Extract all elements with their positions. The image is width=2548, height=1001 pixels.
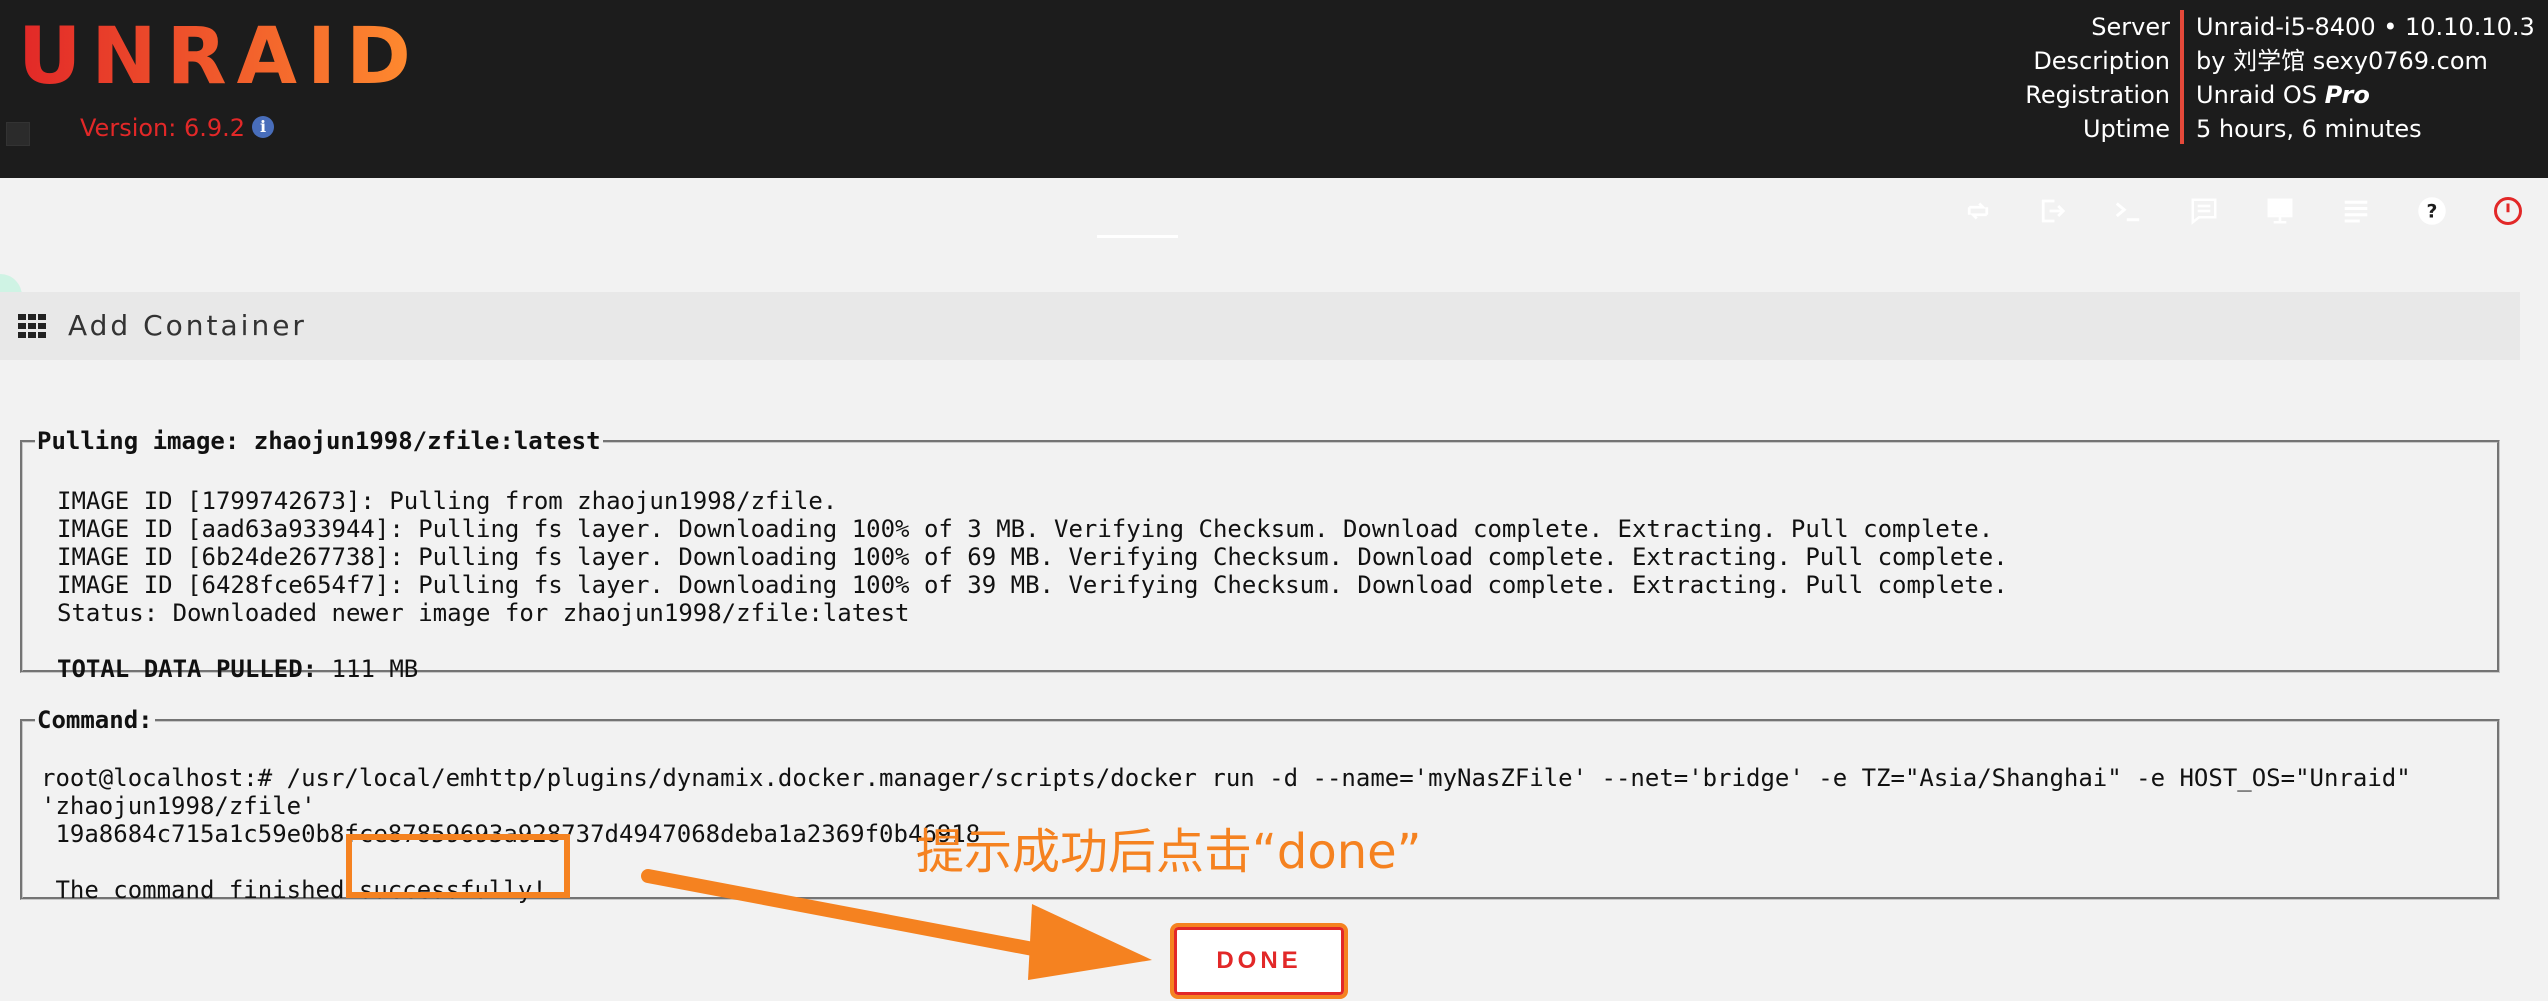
description-label: Description [2033,47,2170,75]
command-legend: Command: [37,706,153,734]
log-line: IMAGE ID [aad63a933944]: Pulling fs laye… [57,515,1994,543]
registration-prefix: Unraid OS [2196,81,2325,109]
registration-value[interactable]: Unraid OS Pro [2196,78,2535,112]
done-button[interactable]: DONE [1170,923,1348,999]
nav-settings[interactable]: SETTINGS [695,190,852,230]
nav-kod[interactable]: KOD [1623,190,1690,230]
main-nav: DASHBOARD MAIN SHARES USERS SETTINGS PLU… [20,190,1731,238]
nav-users[interactable]: USERS [551,190,655,230]
terminal-icon[interactable] [2110,193,2146,229]
logout-icon[interactable] [2034,193,2070,229]
uptime-value: 5 hours, 6 minutes [2196,115,2422,143]
total-pulled: TOTAL DATA PULLED: 111 MB [57,655,2008,683]
annotation-arrow-icon [641,869,1152,980]
total-label: TOTAL DATA PULLED: [57,655,318,683]
nav-dashboard[interactable]: DASHBOARD [20,190,218,230]
command-line: root@localhost:# /usr/local/emhttp/plugi… [41,764,2411,792]
unraid-logo[interactable]: UNRAID [18,18,421,96]
server-info-values: Unraid-i5-8400 • 10.10.10.3 by 刘学馆 sexy0… [2196,10,2535,146]
page-title: Add Container [68,309,307,342]
nav-shares[interactable]: SHARES [383,190,509,230]
server-info-labels: Server Description Registration Uptime [2025,10,2170,146]
server-value[interactable]: Unraid-i5-8400 • 10.10.10.3 [2196,10,2535,44]
result-prefix: The command finished [41,876,359,904]
sidebar-toggle[interactable] [6,122,30,146]
server-info-divider [2180,10,2184,144]
log-line: IMAGE ID [1799742673]: Pulling from zhao… [57,487,838,515]
log-spacer [57,627,2008,655]
svg-text:?: ? [2427,201,2438,222]
uptime-label: Uptime [2082,115,2170,143]
log-line: IMAGE ID [6b24de267738]: Pulling fs laye… [57,543,2008,571]
nav-main[interactable]: MAIN [259,190,342,230]
pull-output-panel: Pulling image: zhaojun1998/zfile:latest … [20,427,2500,683]
pull-log: IMAGE ID [1799742673]: Pulling from zhao… [57,487,2008,683]
pull-legend: Pulling image: zhaojun1998/zfile:latest [37,427,601,455]
power-icon[interactable] [2490,193,2526,229]
nav-tools[interactable]: TOOLS [1477,190,1582,230]
info-display-icon[interactable] [2262,193,2298,229]
grid-icon [18,314,46,338]
version-label: Version: 6.9.2 [80,114,246,142]
nav-docker[interactable]: DOCKER [1073,190,1202,238]
log-line: IMAGE ID [6428fce654f7]: Pulling fs laye… [57,571,2008,599]
update-icon[interactable] [1960,193,1996,229]
description-value: by 刘学馆 sexy0769.com [2196,47,2488,75]
log-line: Status: Downloaded newer image for zhaoj… [57,599,910,627]
top-header: UNRAID Version: 6.9.2 i Server Descripti… [0,0,2548,238]
registration-label: Registration [2025,81,2170,109]
server-label: Server [2091,13,2170,41]
registration-tier: Pro [2324,81,2370,109]
total-value: 111 MB [317,655,419,683]
log-icon[interactable] [2338,193,2374,229]
nav-vms[interactable]: VMS [1243,190,1312,230]
nav-apps[interactable]: APPS [1353,190,1436,230]
feedback-icon[interactable] [2186,193,2222,229]
page-titlebar: Add Container [0,292,2520,360]
success-highlight-box [346,834,570,898]
nav-plugins[interactable]: PLUGINS [893,190,1032,230]
help-icon[interactable]: ? [2414,193,2450,229]
info-icon[interactable]: i [252,116,274,138]
